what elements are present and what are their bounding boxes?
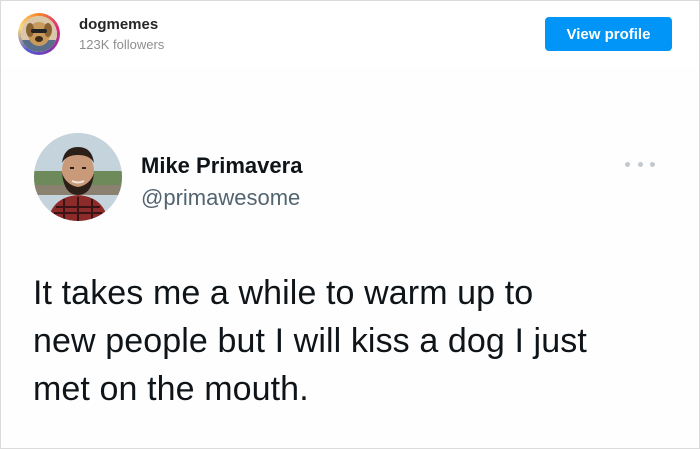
tweet-author-avatar[interactable] bbox=[34, 133, 122, 221]
dog-avatar-icon bbox=[21, 16, 57, 52]
post-frame: dogmemes 123K followers View profile Mik… bbox=[0, 0, 700, 449]
account-name[interactable]: dogmemes bbox=[79, 16, 158, 33]
view-profile-button[interactable]: View profile bbox=[545, 17, 672, 51]
post-header: dogmemes 123K followers View profile bbox=[1, 1, 699, 67]
more-dot bbox=[637, 161, 643, 167]
more-options-icon[interactable] bbox=[625, 157, 655, 171]
tweet-author-name[interactable]: Mike Primavera bbox=[141, 153, 302, 179]
tweet-text-line: met on the mouth. bbox=[33, 370, 309, 408]
follower-count: 123K followers bbox=[79, 37, 165, 52]
tweet-text-line: It takes me a while to warm up to bbox=[33, 274, 534, 312]
tweet-author-handle[interactable]: @primawesome bbox=[141, 185, 300, 211]
more-dot bbox=[625, 161, 630, 167]
tweet-card: Mike Primavera @primawesome It takes me … bbox=[1, 67, 699, 448]
account-avatar[interactable] bbox=[18, 13, 60, 55]
tweet-text: It takes me a while to warm up to new pe… bbox=[33, 269, 673, 413]
tweet-text-line: new people but I will kiss a dog I just bbox=[33, 322, 587, 360]
more-dot bbox=[650, 161, 655, 167]
